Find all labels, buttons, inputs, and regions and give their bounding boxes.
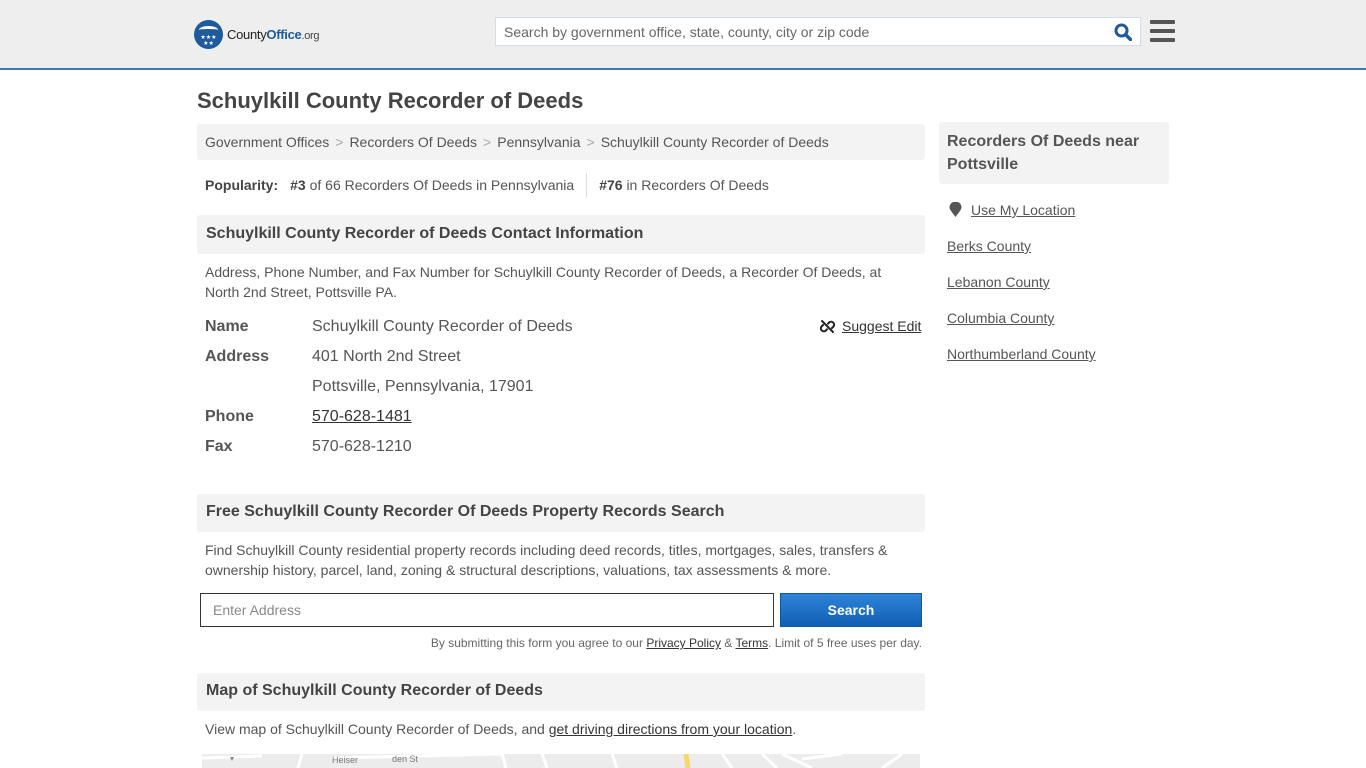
breadcrumb-government-offices[interactable]: Government Offices (205, 134, 329, 150)
sidebar-link-columbia-county[interactable]: Columbia County (947, 310, 1054, 326)
privacy-policy-link[interactable]: Privacy Policy (646, 636, 721, 650)
site-search (495, 17, 1141, 46)
address-input[interactable] (200, 593, 774, 627)
national-rank-text: in Recorders Of Deeds (626, 177, 769, 193)
address-label: Address (205, 348, 270, 365)
suggest-edit-link[interactable]: Suggest Edit (820, 318, 921, 334)
disclaimer-prefix: By submitting this form you agree to our (430, 636, 647, 650)
map-description-prefix: View map of Schuylkill County Recorder o… (205, 721, 549, 737)
fax-label: Fax (205, 438, 233, 455)
svg-text:Heiser: Heiser (332, 755, 358, 765)
site-logo[interactable]: ★★★ ★★ CountyOffice.org (194, 20, 319, 49)
state-rank-text: of 66 Recorders Of Deeds in Pennsylvania (309, 177, 575, 193)
form-disclaimer: By submitting this form you agree to our… (431, 636, 922, 650)
top-bar: ★★★ ★★ CountyOffice.org (0, 0, 1366, 70)
logo-org: .org (301, 30, 320, 42)
name-value: Schuylkill County Recorder of Deeds (312, 318, 573, 335)
map-description-suffix: . (792, 721, 797, 737)
broken-link-icon (820, 319, 835, 333)
sidebar-link-lebanon-county[interactable]: Lebanon County (947, 274, 1050, 290)
address-line2: Pottsville, Pennsylvania, 17901 (312, 378, 534, 395)
svg-text:den St: den St (392, 754, 419, 764)
sidebar-link-berks-county[interactable]: Berks County (947, 238, 1031, 254)
page-title: Schuylkill County Recorder of Deeds (197, 88, 584, 113)
breadcrumb-separator-icon: > (335, 134, 344, 150)
popularity-label: Popularity: (205, 177, 279, 193)
national-rank: #76 (599, 177, 623, 193)
breadcrumb-recorders-of-deeds[interactable]: Recorders Of Deeds (349, 134, 477, 150)
phone-label: Phone (205, 408, 254, 425)
breadcrumb: Government Offices > Recorders Of Deeds > Pe… (197, 124, 925, 160)
map-description: View map of Schuylkill County Recorder o… (205, 719, 925, 739)
terms-link[interactable]: Terms (735, 636, 768, 650)
map-heading: Map of Schuylkill County Recorder of Dee… (197, 673, 925, 711)
contact-description: Address, Phone Number, and Fax Number fo… (205, 264, 882, 300)
disclaimer-amp: & (721, 636, 736, 650)
breadcrumb-pennsylvania[interactable]: Pennsylvania (497, 134, 580, 150)
address-line1: 401 North 2nd Street (312, 348, 461, 365)
state-rank: #3 (290, 177, 306, 193)
sidebar-link-northumberland-county[interactable]: Northumberland County (947, 346, 1096, 362)
logo-text: CountyOffice.org (227, 27, 319, 42)
use-my-location-label: Use My Location (971, 202, 1076, 218)
breadcrumb-separator-icon: > (586, 134, 595, 150)
disclaimer-suffix: . Limit of 5 free uses per day. (768, 636, 922, 650)
name-label: Name (205, 318, 249, 335)
popularity-divider (586, 173, 588, 197)
breadcrumb-current[interactable]: Schuylkill County Recorder of Deeds (601, 134, 829, 150)
map-streets: Heiser den St (202, 754, 920, 768)
suggest-edit-label: Suggest Edit (842, 318, 922, 334)
location-pin-icon (949, 202, 962, 217)
site-search-input[interactable] (496, 18, 1096, 45)
property-search-button[interactable]: Search (780, 593, 922, 627)
use-my-location-link[interactable]: Use My Location (949, 202, 1075, 218)
popularity: Popularity: #3 of 66 Recorders Of Deeds … (205, 173, 769, 197)
eagle-badge-icon: ★★★ ★★ (194, 20, 223, 49)
fax-value: 570-628-1210 (312, 438, 412, 455)
driving-directions-link[interactable]: get driving directions from your locatio… (549, 721, 793, 737)
sidebar-heading: Recorders Of Deeds near Pottsville (939, 122, 1169, 184)
property-search-heading: Free Schuylkill County Recorder Of Deeds… (197, 494, 925, 532)
property-search-description: Find Schuylkill County residential prope… (205, 542, 888, 578)
breadcrumb-separator-icon: > (483, 134, 492, 150)
logo-county: County (227, 27, 267, 42)
contact-heading: Schuylkill County Recorder of Deeds Cont… (197, 215, 925, 254)
hamburger-menu-icon[interactable] (1150, 20, 1175, 42)
phone-link[interactable]: 570-628-1481 (312, 408, 412, 426)
logo-office: Office (266, 27, 302, 42)
search-icon[interactable] (1114, 23, 1132, 41)
location-map[interactable]: Heiser den St (202, 754, 920, 768)
